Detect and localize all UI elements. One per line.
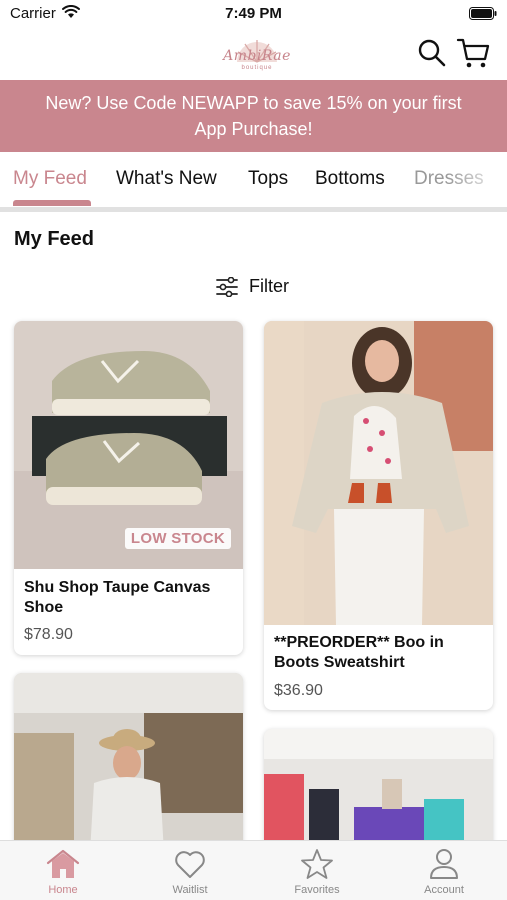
- product-image: [264, 729, 493, 854]
- heart-icon: [175, 851, 205, 878]
- product-card[interactable]: [264, 729, 493, 854]
- star-icon: [301, 849, 333, 879]
- home-icon: [46, 849, 80, 878]
- cart-icon[interactable]: [456, 37, 490, 69]
- search-icon[interactable]: [417, 38, 447, 68]
- product-price: $78.90: [24, 626, 73, 643]
- tab-tops[interactable]: Tops: [248, 168, 288, 190]
- tabs-fade-overlay: [447, 152, 507, 208]
- nav-account-label: Account: [424, 884, 464, 896]
- nav-home[interactable]: Home: [0, 841, 126, 900]
- product-image: [264, 321, 493, 625]
- product-price: $36.90: [274, 682, 323, 699]
- tab-whats-new[interactable]: What's New: [116, 168, 217, 190]
- nav-waitlist-label: Waitlist: [172, 884, 208, 896]
- active-tab-indicator: [13, 200, 91, 206]
- nav-favorites[interactable]: Favorites: [254, 841, 380, 900]
- promo-banner[interactable]: New? Use Code NEWAPP to save 15% on your…: [0, 80, 507, 152]
- category-tabs: My Feed What's New Tops Bottoms Dresses: [0, 152, 507, 208]
- tab-my-feed[interactable]: My Feed: [13, 168, 87, 190]
- logo-subtext: boutique: [241, 65, 273, 71]
- status-time: 7:49 PM: [225, 5, 282, 22]
- page-title: My Feed: [14, 228, 95, 250]
- filter-icon: [216, 277, 238, 297]
- low-stock-badge: LOW STOCK: [124, 528, 231, 549]
- nav-account[interactable]: Account: [381, 841, 507, 900]
- promo-line-1: New? Use Code NEWAPP to save 15% on your…: [45, 93, 462, 113]
- nav-favorites-label: Favorites: [294, 884, 340, 896]
- app-header: AmbiRae boutique: [0, 28, 507, 80]
- battery-icon: [469, 7, 497, 20]
- product-card[interactable]: **PREORDER** Boo in Boots Sweatshirt $36…: [264, 321, 493, 710]
- tab-bottoms[interactable]: Bottoms: [315, 168, 385, 190]
- status-bar: Carrier 7:49 PM: [0, 0, 507, 28]
- product-title: Shu Shop Taupe Canvas Shoe: [24, 579, 211, 616]
- tabs-divider: [0, 207, 507, 212]
- bottom-navigation: Home Waitlist Favorites Account: [0, 840, 507, 900]
- person-icon: [430, 849, 458, 879]
- nav-waitlist[interactable]: Waitlist: [127, 841, 253, 900]
- product-image: [14, 673, 243, 853]
- product-card[interactable]: [14, 673, 243, 853]
- brand-logo[interactable]: AmbiRae boutique: [221, 32, 293, 76]
- filter-label: Filter: [249, 276, 289, 296]
- product-card[interactable]: LOW STOCK Shu Shop Taupe Canvas Shoe $78…: [14, 321, 243, 655]
- promo-line-2: App Purchase!: [194, 119, 313, 139]
- logo-text: AmbiRae: [223, 48, 291, 64]
- product-title: **PREORDER** Boo in Boots Sweatshirt: [274, 634, 444, 671]
- nav-home-label: Home: [48, 884, 78, 896]
